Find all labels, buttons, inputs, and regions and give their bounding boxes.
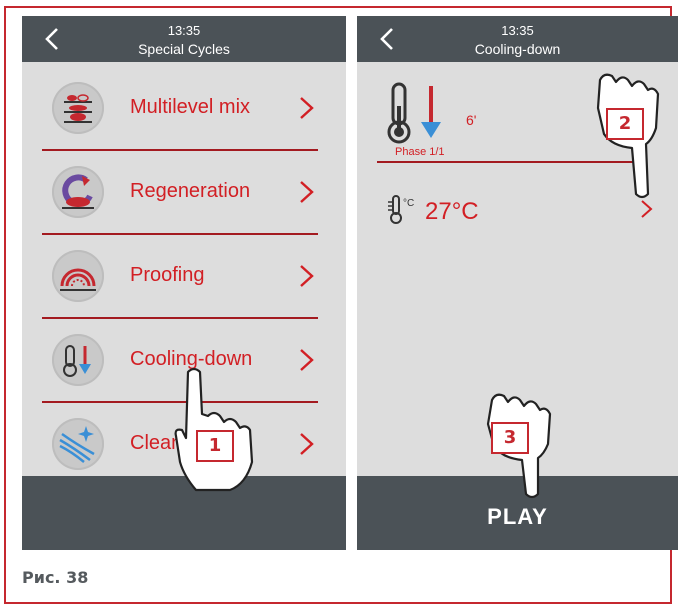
menu-item-multilevel-mix[interactable]: Multilevel mix [22,68,346,148]
menu-item-proofing[interactable]: Proofing [22,236,346,316]
screen-title: Cooling-down [474,41,561,57]
chevron-right-icon [300,181,314,203]
cooling-down-icon [52,334,104,386]
cooling-down-icon [387,82,441,144]
menu-item-label: Regeneration [130,180,251,202]
menu-divider [42,233,318,235]
menu-item-label: Multilevel mix [130,96,251,118]
screen-title: Special Cycles [138,41,230,57]
chevron-right-icon [641,200,653,218]
figure-caption: Рис. 38 [22,568,89,587]
multilevel-mix-icon [52,82,104,134]
chevron-right-icon [300,265,314,287]
regeneration-icon [52,166,104,218]
chevron-right-icon [300,433,314,455]
clock: 13:35 [167,23,201,38]
chevron-right-icon [300,97,314,119]
status-bar: 13:35 Cooling-down [357,16,678,62]
step-callout-2: 2 [606,108,644,140]
temperature-value: 27°C [425,198,479,225]
phase-label: Phase 1/1 [395,146,445,158]
proofing-icon [52,250,104,302]
menu-item-label: Proofing [130,264,205,286]
play-label: PLAY [487,504,548,529]
menu-divider [42,317,318,319]
core-temperature-icon: °C [388,195,414,224]
step-callout-1: 1 [196,430,234,462]
cleaning-icon [52,418,104,470]
unit-label: °C [403,198,414,209]
step-callout-3: 3 [491,422,529,454]
clock: 13:35 [501,23,534,38]
menu-divider [42,149,318,151]
chevron-right-icon [300,349,314,371]
phase-duration: 6' [466,112,477,128]
menu-item-regeneration[interactable]: Regeneration [22,152,346,232]
status-bar: 13:35 Special Cycles [22,16,346,62]
